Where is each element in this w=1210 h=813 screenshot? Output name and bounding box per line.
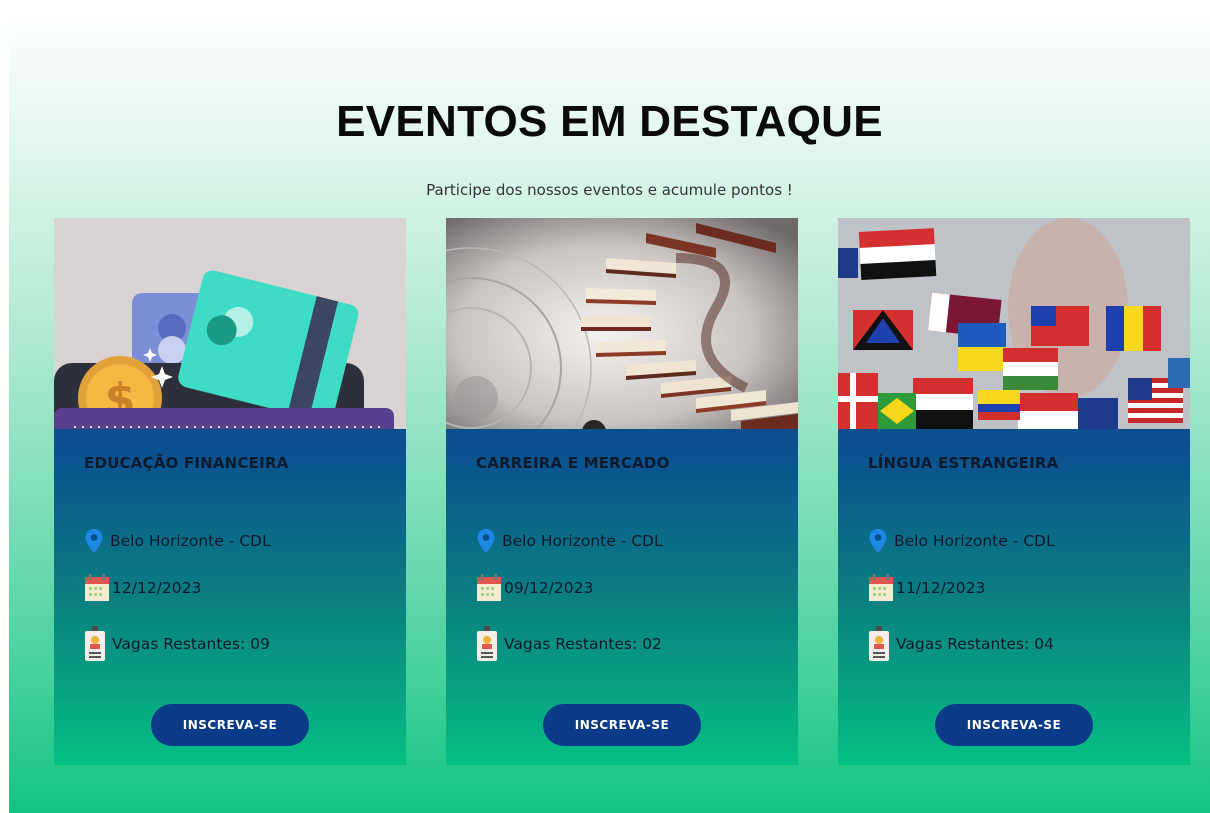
event-title: LÍNGUA ESTRANGEIRA <box>868 454 1059 472</box>
event-date: 12/12/2023 <box>112 579 202 597</box>
event-spots-remaining: Vagas Restantes: 02 <box>504 635 662 653</box>
location-pin-icon <box>477 529 495 553</box>
event-image-lingua <box>838 218 1190 429</box>
event-title: EDUCAÇÃO FINANCEIRA <box>84 454 289 472</box>
event-image-financeira: $ <box>54 218 406 429</box>
event-spots-row: Vagas Restantes: 09 <box>84 626 270 662</box>
event-location-row: Belo Horizonte - CDL <box>476 528 663 554</box>
location-pin-icon <box>85 529 103 553</box>
section-title: EVENTOS EM DESTAQUE <box>336 97 883 146</box>
event-card-carreira-mercado: CARREIRA E MERCADO Belo Horizonte - CDL … <box>446 218 798 765</box>
event-card-educacao-financeira: $ EDUCAÇÃO FINANCEIRA Belo Horizonte - C… <box>54 218 406 765</box>
event-date: 09/12/2023 <box>504 579 594 597</box>
event-date-row: 11/12/2023 <box>868 574 985 602</box>
register-button[interactable]: INSCREVA-SE <box>543 704 701 746</box>
featured-events-section: EVENTOS EM DESTAQUE Participe dos nossos… <box>9 9 1210 813</box>
id-badge-icon <box>477 626 497 661</box>
register-button[interactable]: INSCREVA-SE <box>151 704 309 746</box>
event-location-row: Belo Horizonte - CDL <box>868 528 1055 554</box>
id-badge-icon <box>869 626 889 661</box>
event-card-lingua-estrangeira: LÍNGUA ESTRANGEIRA Belo Horizonte - CDL … <box>838 218 1190 765</box>
event-location: Belo Horizonte - CDL <box>894 532 1055 550</box>
calendar-icon <box>869 574 893 601</box>
section-subtitle: Participe dos nossos eventos e acumule p… <box>426 181 793 199</box>
calendar-icon <box>477 574 501 601</box>
event-spots-row: Vagas Restantes: 04 <box>868 626 1054 662</box>
event-date: 11/12/2023 <box>896 579 986 597</box>
event-spots-remaining: Vagas Restantes: 09 <box>112 635 270 653</box>
register-button[interactable]: INSCREVA-SE <box>935 704 1093 746</box>
event-location: Belo Horizonte - CDL <box>110 532 271 550</box>
id-badge-icon <box>85 626 105 661</box>
event-date-row: 09/12/2023 <box>476 574 593 602</box>
calendar-icon <box>85 574 109 601</box>
location-pin-icon <box>869 529 887 553</box>
event-image-carreira <box>446 218 798 429</box>
event-location-row: Belo Horizonte - CDL <box>84 528 271 554</box>
event-spots-remaining: Vagas Restantes: 04 <box>896 635 1054 653</box>
event-title: CARREIRA E MERCADO <box>476 454 670 472</box>
event-spots-row: Vagas Restantes: 02 <box>476 626 662 662</box>
event-date-row: 12/12/2023 <box>84 574 201 602</box>
event-location: Belo Horizonte - CDL <box>502 532 663 550</box>
